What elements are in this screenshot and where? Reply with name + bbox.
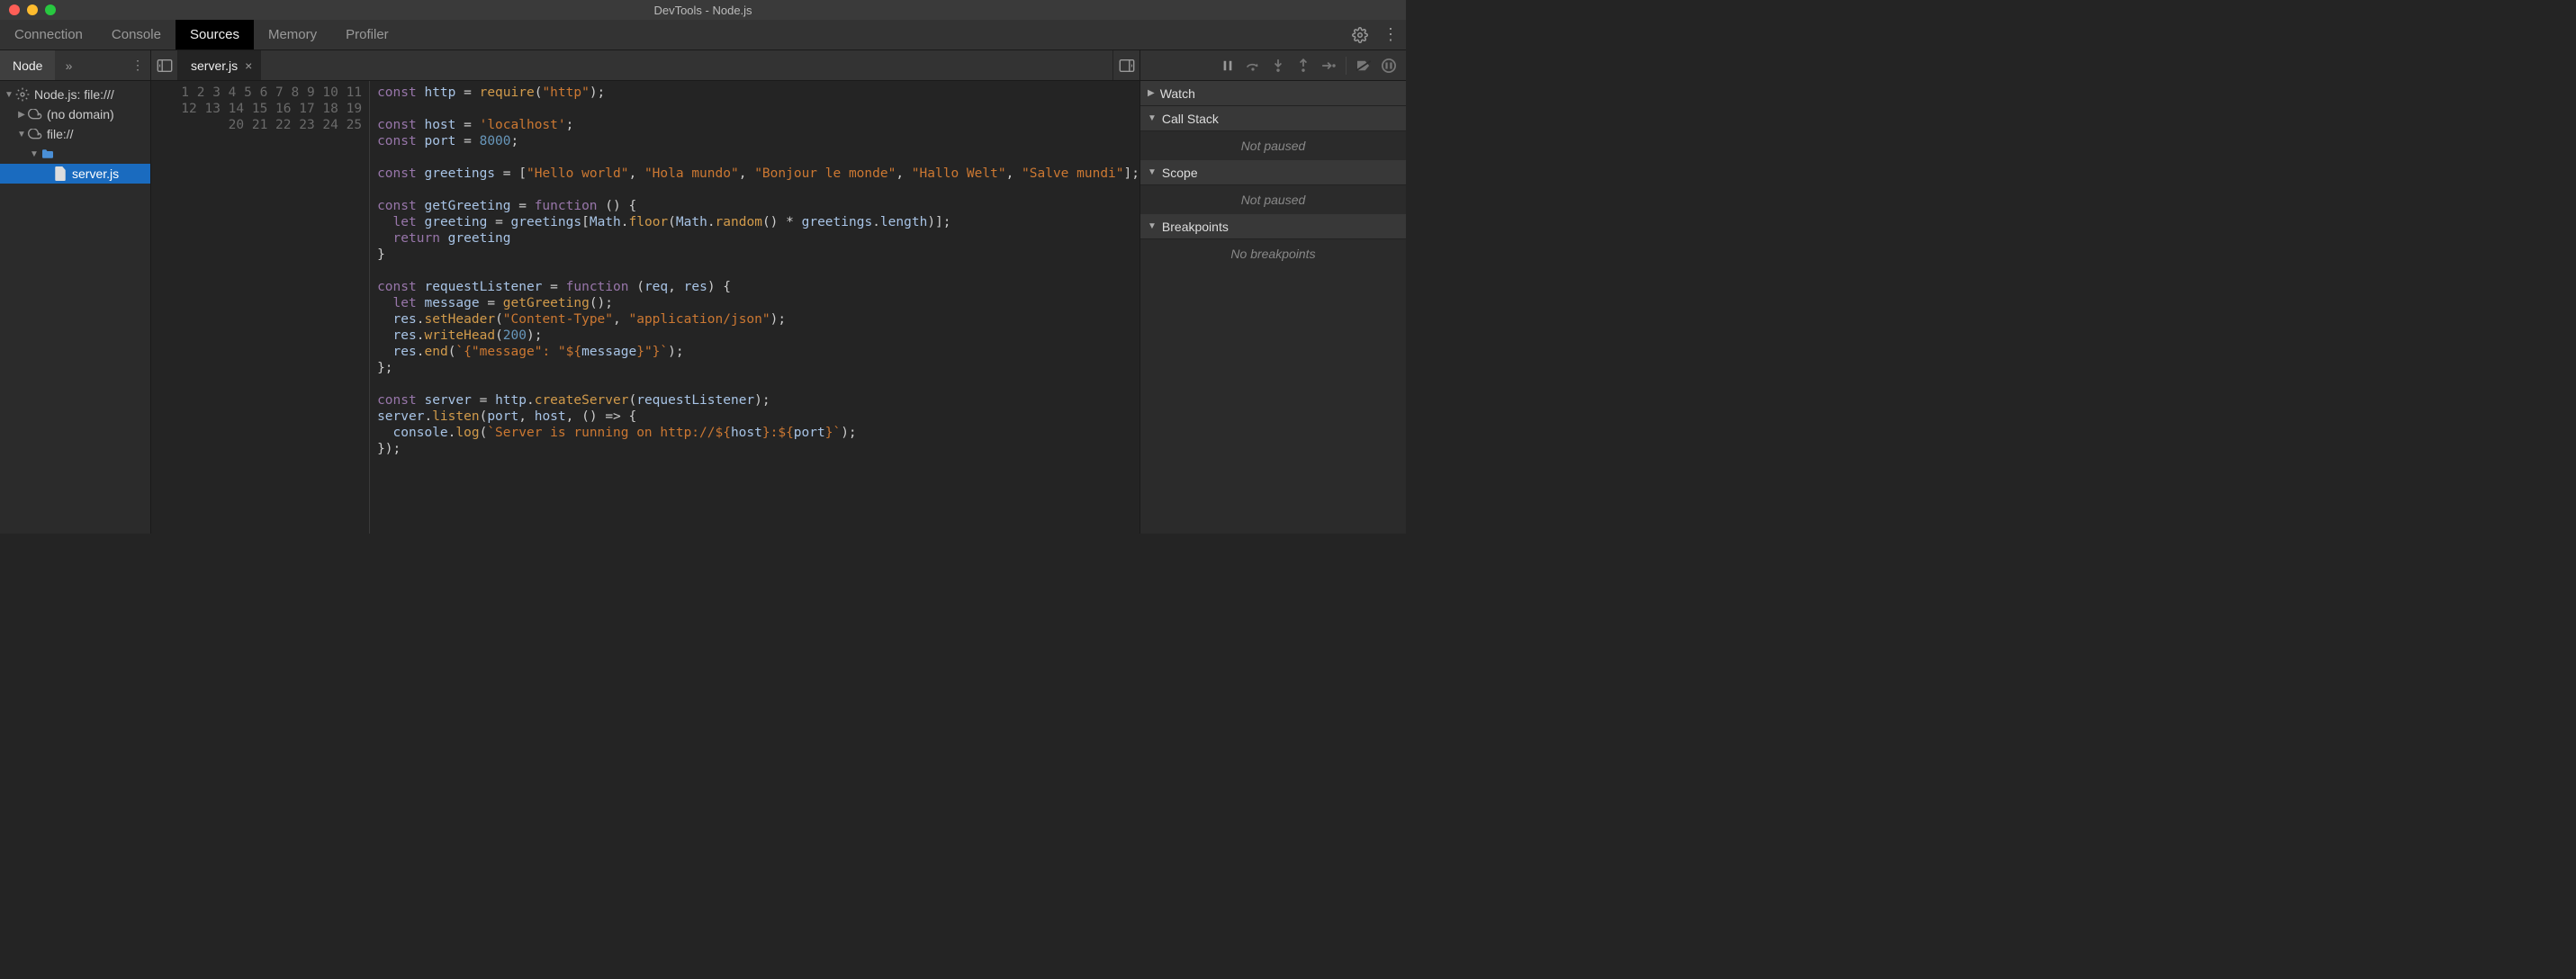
call-stack-body: Not paused bbox=[1140, 131, 1406, 160]
sidebar-tab-node[interactable]: Node bbox=[0, 50, 55, 80]
breakpoints-label: Breakpoints bbox=[1162, 220, 1229, 234]
tree-label: server.js bbox=[72, 166, 119, 181]
gear-icon bbox=[1352, 27, 1368, 43]
editor-tab-server-js[interactable]: server.js × bbox=[178, 50, 261, 80]
traffic-lights bbox=[0, 4, 56, 15]
call-stack-section-header[interactable]: ▼ Call Stack bbox=[1140, 106, 1406, 131]
step-over-icon bbox=[1246, 59, 1260, 72]
more-menu-button[interactable]: ⋮ bbox=[1375, 20, 1406, 49]
tab-sources[interactable]: Sources bbox=[176, 20, 254, 49]
chevron-down-icon: ▼ bbox=[16, 130, 27, 139]
tab-memory[interactable]: Memory bbox=[254, 20, 331, 49]
chevron-down-icon: ▼ bbox=[1148, 167, 1157, 177]
sidebar-more-tabs[interactable]: » bbox=[55, 50, 82, 80]
editor-area: server.js × 1 2 3 4 5 6 7 8 9 10 11 12 1… bbox=[151, 50, 1139, 534]
chevron-right-icon: ▶ bbox=[1148, 88, 1155, 98]
cloud-icon bbox=[27, 109, 43, 120]
tree-node-no-domain[interactable]: ▶ (no domain) bbox=[0, 104, 150, 124]
breakpoints-body: No breakpoints bbox=[1140, 239, 1406, 268]
tab-profiler[interactable]: Profiler bbox=[331, 20, 403, 49]
sidebar-menu-button[interactable]: ⋮ bbox=[125, 50, 150, 80]
tree-node-file-server-js[interactable]: server.js bbox=[0, 164, 150, 184]
close-window-button[interactable] bbox=[9, 4, 20, 15]
cloud-icon bbox=[27, 129, 43, 139]
devtools-main-tabs: Connection Console Sources Memory Profil… bbox=[0, 20, 1406, 50]
line-number-gutter: 1 2 3 4 5 6 7 8 9 10 11 12 13 14 15 16 1… bbox=[151, 81, 370, 534]
folder-icon bbox=[40, 148, 56, 159]
scope-body: Not paused bbox=[1140, 185, 1406, 214]
scope-section-header[interactable]: ▼ Scope bbox=[1140, 160, 1406, 185]
file-tree: ▼ Node.js: file:/// ▶ (no domain) ▼ file… bbox=[0, 81, 150, 184]
code-editor[interactable]: 1 2 3 4 5 6 7 8 9 10 11 12 13 14 15 16 1… bbox=[151, 81, 1139, 534]
settings-button[interactable] bbox=[1345, 20, 1375, 49]
sources-sidebar: Node » ⋮ ▼ Node.js: file:/// ▶ (no domai… bbox=[0, 50, 151, 534]
window-titlebar: DevTools - Node.js bbox=[0, 0, 1406, 20]
close-tab-button[interactable]: × bbox=[245, 58, 252, 73]
toggle-navigator-button[interactable] bbox=[151, 50, 178, 80]
step-icon bbox=[1321, 60, 1336, 71]
sidebar-tabs: Node » ⋮ bbox=[0, 50, 150, 81]
maximize-window-button[interactable] bbox=[45, 4, 56, 15]
tree-label: file:// bbox=[47, 127, 74, 141]
breakpoint-toggle-icon bbox=[1356, 59, 1372, 72]
pause-on-exceptions-button[interactable] bbox=[1377, 54, 1401, 77]
watch-label: Watch bbox=[1160, 86, 1195, 101]
step-over-button[interactable] bbox=[1241, 54, 1265, 77]
chevron-down-icon: ▼ bbox=[1148, 113, 1157, 123]
code-content: const http = require("http"); const host… bbox=[370, 81, 1139, 534]
call-stack-label: Call Stack bbox=[1162, 112, 1219, 126]
vertical-dots-icon: ⋮ bbox=[1383, 25, 1399, 44]
tree-root-node[interactable]: ▼ Node.js: file:/// bbox=[0, 85, 150, 104]
chevron-right-icon: ▶ bbox=[16, 110, 27, 120]
tree-label: (no domain) bbox=[47, 107, 114, 121]
panel-right-icon bbox=[1119, 59, 1135, 72]
window-title: DevTools - Node.js bbox=[653, 4, 752, 17]
panel-left-icon bbox=[157, 59, 173, 72]
chevron-down-icon: ▼ bbox=[29, 149, 40, 159]
tree-node-file-scheme[interactable]: ▼ file:// bbox=[0, 124, 150, 144]
minimize-window-button[interactable] bbox=[27, 4, 38, 15]
toolbar-separator bbox=[1346, 57, 1347, 75]
file-icon bbox=[52, 166, 68, 181]
vertical-dots-icon: ⋮ bbox=[131, 58, 144, 73]
step-into-button[interactable] bbox=[1266, 54, 1290, 77]
pause-icon bbox=[1221, 59, 1234, 72]
debugger-toolbar bbox=[1140, 50, 1406, 81]
tree-node-folder[interactable]: ▼ bbox=[0, 144, 150, 164]
watch-section-header[interactable]: ▶ Watch bbox=[1140, 81, 1406, 106]
tab-connection[interactable]: Connection bbox=[0, 20, 97, 49]
chevron-down-icon: ▼ bbox=[4, 90, 14, 100]
step-out-icon bbox=[1298, 58, 1309, 73]
step-into-icon bbox=[1273, 58, 1283, 73]
toggle-debugger-button[interactable] bbox=[1112, 50, 1139, 80]
tree-label: Node.js: file:/// bbox=[34, 87, 114, 102]
scope-label: Scope bbox=[1162, 166, 1198, 180]
breakpoints-section-header[interactable]: ▼ Breakpoints bbox=[1140, 214, 1406, 239]
pause-exceptions-icon bbox=[1382, 58, 1396, 73]
editor-tabs: server.js × bbox=[151, 50, 1139, 81]
debugger-panel: ▶ Watch ▼ Call Stack Not paused ▼ Scope … bbox=[1139, 50, 1406, 534]
editor-tab-label: server.js bbox=[191, 58, 238, 73]
step-out-button[interactable] bbox=[1292, 54, 1315, 77]
pause-button[interactable] bbox=[1216, 54, 1239, 77]
chevron-down-icon: ▼ bbox=[1148, 221, 1157, 231]
step-button[interactable] bbox=[1317, 54, 1340, 77]
tab-console[interactable]: Console bbox=[97, 20, 176, 49]
chevron-right-double-icon: » bbox=[66, 58, 73, 73]
deactivate-breakpoints-button[interactable] bbox=[1352, 54, 1375, 77]
gear-icon bbox=[14, 87, 31, 102]
